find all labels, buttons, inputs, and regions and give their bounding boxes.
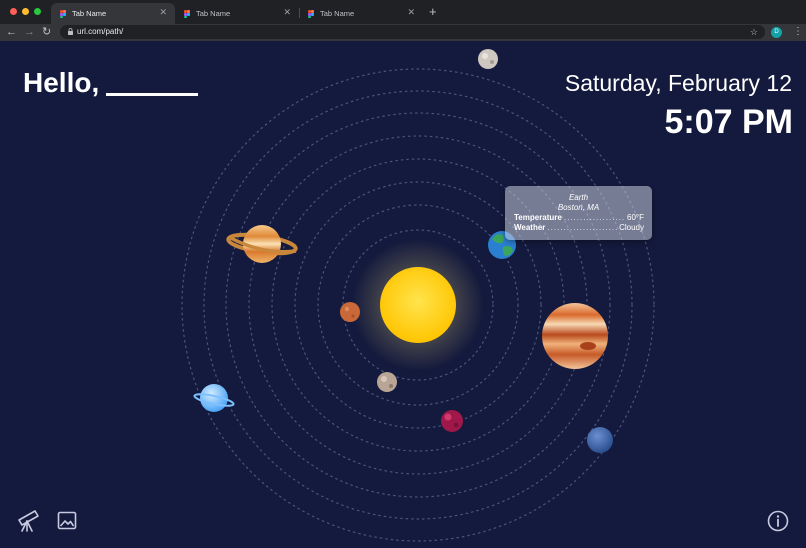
planet-mars[interactable] — [441, 410, 463, 432]
forward-arrow-icon[interactable]: → — [24, 25, 35, 39]
image-icon[interactable] — [57, 511, 77, 530]
figma-icon — [60, 10, 67, 18]
tooltip-key: Weather — [514, 223, 546, 232]
browser-tab-2[interactable]: Tab Name ✕ — [175, 3, 299, 24]
browser-menu-icon[interactable]: ⋮ — [793, 25, 803, 39]
browser-tab-bar: Tab Name ✕ Tab Name ✕ Tab Name ✕ + — [0, 0, 806, 24]
tooltip-value: Cloudy — [619, 223, 644, 232]
planet-jupiter[interactable] — [542, 303, 608, 369]
tab-label: Tab Name — [196, 9, 231, 18]
tooltip-key: Temperature — [514, 213, 562, 222]
tooltip-planet: Earth — [568, 193, 589, 202]
planet-pluto[interactable] — [478, 49, 498, 69]
info-icon[interactable] — [767, 510, 789, 532]
back-arrow-icon[interactable]: ← — [6, 25, 17, 39]
tooltip-leader: ....................................... — [563, 213, 626, 222]
tooltip-row: Temperature ............................… — [514, 213, 644, 222]
tooltip-location: Boston, MA — [557, 203, 600, 212]
planet-tooltip: Earth Boston, MA Temperature ...........… — [505, 186, 652, 240]
tab-label: Tab Name — [320, 9, 355, 18]
url-text: url.com/path/ — [77, 27, 124, 36]
planet-neptune[interactable] — [587, 427, 613, 453]
bookmark-star-icon[interactable]: ☆ — [750, 25, 758, 39]
figma-icon — [184, 10, 191, 18]
browser-tab-3[interactable]: Tab Name ✕ — [299, 3, 423, 24]
profile-avatar[interactable]: D — [771, 27, 782, 38]
planet-saturn[interactable] — [226, 225, 298, 263]
address-bar[interactable]: url.com/path/ ☆ — [60, 25, 765, 39]
new-tab-button[interactable]: + — [429, 4, 437, 19]
telescope-icon[interactable] — [15, 507, 41, 533]
close-tab-icon[interactable]: ✕ — [159, 7, 167, 18]
planet-uranus[interactable] — [193, 384, 235, 412]
browser-tab-1[interactable]: Tab Name ✕ — [51, 3, 175, 24]
close-window-button[interactable] — [10, 8, 17, 15]
close-tab-icon[interactable]: ✕ — [283, 7, 291, 18]
planet-mercury[interactable] — [340, 302, 360, 322]
sun[interactable] — [380, 267, 456, 343]
figma-icon — [308, 10, 315, 18]
time-text: 5:07 PM — [664, 103, 794, 141]
tooltip-leader: ....................................... — [547, 223, 617, 232]
maximize-window-button[interactable] — [34, 8, 41, 15]
tab-label: Tab Name — [72, 9, 107, 18]
reload-icon[interactable]: ↻ — [42, 25, 51, 39]
name-input-line[interactable] — [106, 93, 198, 96]
close-tab-icon[interactable]: ✕ — [407, 7, 415, 18]
tooltip-value: 60°F — [627, 213, 644, 222]
planet-venus[interactable] — [377, 372, 397, 392]
greeting-text: Hello, — [23, 67, 100, 98]
tooltip-row: Weather ................................… — [514, 223, 644, 232]
minimize-window-button[interactable] — [22, 8, 29, 15]
lock-icon — [68, 28, 73, 35]
new-tab-page: Hello, Saturday, February 12 5:07 PM Ear… — [0, 41, 806, 548]
date-text: Saturday, February 12 — [564, 70, 792, 96]
browser-toolbar: ← → ↻ url.com/path/ ☆ D ⋮ — [0, 24, 806, 41]
